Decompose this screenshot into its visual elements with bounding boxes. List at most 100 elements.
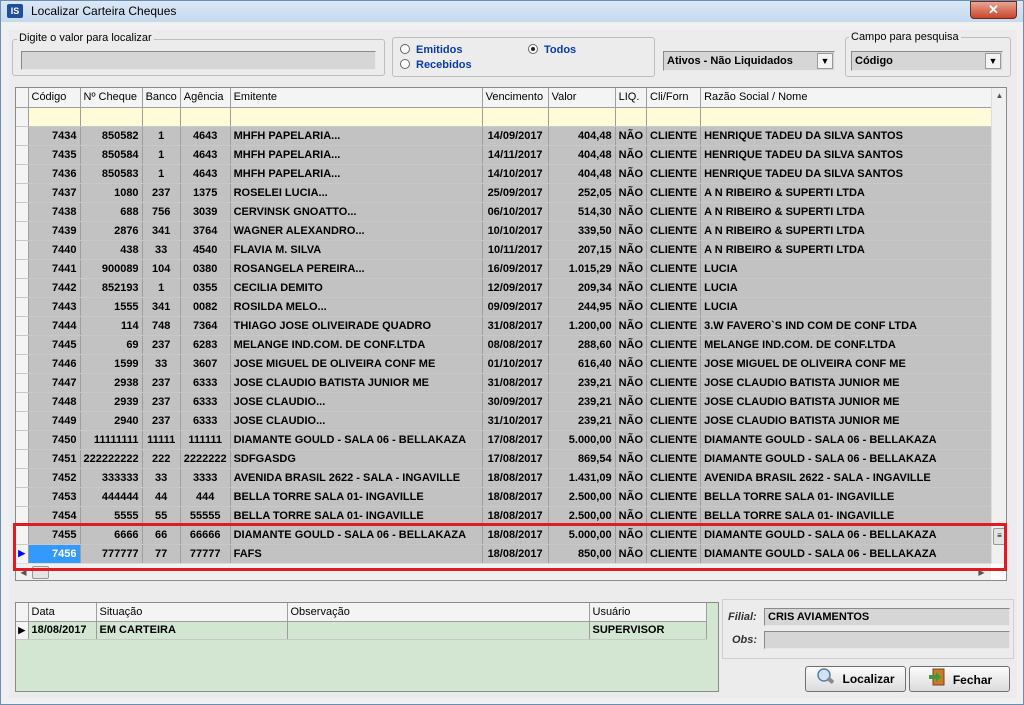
table-cell[interactable]: MELANGE IND.COM. DE CONF.LTDA — [230, 335, 483, 355]
table-cell[interactable]: CLIENTE — [646, 164, 702, 184]
table-cell[interactable]: 1.431,09 — [548, 468, 616, 488]
table-cell[interactable]: HENRIQUE TADEU DA SILVA SANTOS — [700, 126, 1006, 146]
table-row[interactable]: 7443 1555 341 0082 ROSILDA MELO... 09/09/2017… — [16, 297, 1006, 317]
table-cell[interactable]: CLIENTE — [646, 354, 702, 374]
row-indicator[interactable] — [16, 354, 29, 374]
table-cell[interactable]: 7451 — [28, 449, 81, 469]
table-cell[interactable]: 33 — [142, 240, 181, 260]
table-cell[interactable]: 237 — [142, 183, 181, 203]
filter-cell[interactable] — [230, 107, 483, 127]
table-cell[interactable]: 1 — [142, 126, 181, 146]
table-cell[interactable]: CLIENTE — [646, 240, 702, 260]
table-cell[interactable]: 0380 — [180, 259, 231, 279]
table-cell[interactable]: CLIENTE — [646, 183, 702, 203]
row-indicator[interactable] — [16, 449, 29, 469]
table-cell[interactable]: NÃO — [615, 164, 648, 184]
row-indicator[interactable] — [16, 240, 29, 260]
table-cell[interactable]: 5.000,00 — [548, 430, 616, 450]
table-cell[interactable]: 900089 — [80, 259, 143, 279]
radio-recebidos[interactable]: Recebidos — [400, 59, 472, 71]
table-cell[interactable]: 2938 — [80, 373, 143, 393]
table-cell[interactable]: 244,95 — [548, 297, 616, 317]
row-indicator[interactable] — [16, 202, 29, 222]
table-cell[interactable]: 7447 — [28, 373, 81, 393]
table-cell[interactable]: CLIENTE — [646, 373, 702, 393]
row-indicator[interactable] — [16, 316, 29, 336]
table-cell[interactable]: JOSE CLAUDIO BATISTA JUNIOR ME — [230, 373, 483, 393]
table-cell[interactable]: 1 — [142, 145, 181, 165]
table-cell[interactable]: 444444 — [80, 487, 143, 507]
table-cell[interactable]: BELLA TORRE SALA 01- INGAVILLE — [700, 487, 1006, 507]
table-cell[interactable]: CLIENTE — [646, 392, 702, 412]
table-cell[interactable]: 756 — [142, 202, 181, 222]
table-cell[interactable]: HENRIQUE TADEU DA SILVA SANTOS — [700, 145, 1006, 165]
table-row[interactable]: 7450 11111111 11111 111111 DIAMANTE GOULD - … — [16, 430, 1006, 450]
col-liq[interactable]: LIQ. — [615, 88, 648, 108]
table-cell[interactable]: 33 — [142, 354, 181, 374]
history-row[interactable]: ▶ 18/08/2017 EM CARTEIRA SUPERVISOR — [16, 621, 707, 640]
chevron-down-icon[interactable]: ▼ — [817, 53, 833, 69]
row-indicator[interactable] — [16, 145, 29, 165]
table-cell[interactable]: 237 — [142, 335, 181, 355]
table-cell[interactable]: 850584 — [80, 145, 143, 165]
table-cell[interactable]: MHFH PAPELARIA... — [230, 164, 483, 184]
table-cell[interactable]: CLIENTE — [646, 297, 702, 317]
table-row[interactable]: 7437 1080 237 1375 ROSELEI LUCIA... 25/09/201… — [16, 183, 1006, 203]
table-cell[interactable]: 18/08/2017 — [482, 468, 549, 488]
table-cell[interactable]: NÃO — [615, 183, 648, 203]
table-cell[interactable]: CLIENTE — [646, 126, 702, 146]
table-cell[interactable]: 6283 — [180, 335, 231, 355]
table-cell[interactable]: LUCIA — [700, 297, 1006, 317]
table-cell[interactable]: 17/08/2017 — [482, 449, 549, 469]
table-cell[interactable]: 404,48 — [548, 126, 616, 146]
table-cell[interactable]: 7364 — [180, 316, 231, 336]
table-cell[interactable]: 4540 — [180, 240, 231, 260]
table-cell[interactable]: 30/09/2017 — [482, 392, 549, 412]
table-cell[interactable]: 4643 — [180, 126, 231, 146]
table-cell[interactable]: NÃO — [615, 259, 648, 279]
table-cell[interactable]: 341 — [142, 221, 181, 241]
table-cell[interactable]: 222 — [142, 449, 181, 469]
table-cell[interactable]: 7446 — [28, 354, 81, 374]
col-valor[interactable]: Valor — [548, 88, 616, 108]
table-cell[interactable]: 2940 — [80, 411, 143, 431]
col-emitente[interactable]: Emitente — [230, 88, 483, 108]
table-cell[interactable]: NÃO — [615, 468, 648, 488]
table-cell[interactable]: MELANGE IND.COM. DE CONF.LTDA — [700, 335, 1006, 355]
table-cell[interactable]: 7449 — [28, 411, 81, 431]
table-cell[interactable]: NÃO — [615, 354, 648, 374]
table-cell[interactable]: LUCIA — [700, 278, 1006, 298]
table-cell[interactable]: 7439 — [28, 221, 81, 241]
filter-cell[interactable] — [615, 107, 648, 127]
table-cell[interactable]: 222222222 — [80, 449, 143, 469]
table-cell[interactable]: 7453 — [28, 487, 81, 507]
table-cell[interactable]: 444 — [180, 487, 231, 507]
col-vencimento[interactable]: Vencimento — [482, 88, 549, 108]
table-cell[interactable]: 0355 — [180, 278, 231, 298]
table-row[interactable]: 7440 438 33 4540 FLAVIA M. SILVA 10/11/2017 20… — [16, 240, 1006, 260]
table-row[interactable]: 7435 850584 1 4643 MHFH PAPELARIA... 14/11/20… — [16, 145, 1006, 165]
table-cell[interactable]: 6333 — [180, 411, 231, 431]
table-cell[interactable]: CLIENTE — [646, 411, 702, 431]
table-row[interactable]: 7453 444444 44 444 BELLA TORRE SALA 01- INGA… — [16, 487, 1006, 507]
table-cell[interactable]: A N RIBEIRO & SUPERTI LTDA — [700, 183, 1006, 203]
filter-cell[interactable] — [548, 107, 616, 127]
table-cell[interactable]: NÃO — [615, 335, 648, 355]
history-col-data[interactable]: Data — [28, 603, 97, 622]
table-cell[interactable]: HENRIQUE TADEU DA SILVA SANTOS — [700, 164, 1006, 184]
table-cell[interactable]: BELLA TORRE SALA 01- INGAVILLE — [230, 487, 483, 507]
table-cell[interactable]: 1080 — [80, 183, 143, 203]
history-cell[interactable] — [287, 621, 590, 640]
table-cell[interactable]: 514,30 — [548, 202, 616, 222]
table-cell[interactable]: MHFH PAPELARIA... — [230, 126, 483, 146]
vertical-scrollbar[interactable]: ▲ ≡ — [991, 88, 1006, 564]
table-cell[interactable]: 3607 — [180, 354, 231, 374]
table-cell[interactable]: 333333 — [80, 468, 143, 488]
table-row[interactable]: 7442 852193 1 0355 CECILIA DEMITO 12/09/2017 2… — [16, 278, 1006, 298]
table-cell[interactable]: 2939 — [80, 392, 143, 412]
history-cell[interactable]: EM CARTEIRA — [96, 621, 288, 640]
table-cell[interactable]: 252,05 — [548, 183, 616, 203]
table-cell[interactable]: 850582 — [80, 126, 143, 146]
table-cell[interactable]: 404,48 — [548, 164, 616, 184]
table-row[interactable]: 7452 333333 33 3333 AVENIDA BRASIL 2622 - SA… — [16, 468, 1006, 488]
